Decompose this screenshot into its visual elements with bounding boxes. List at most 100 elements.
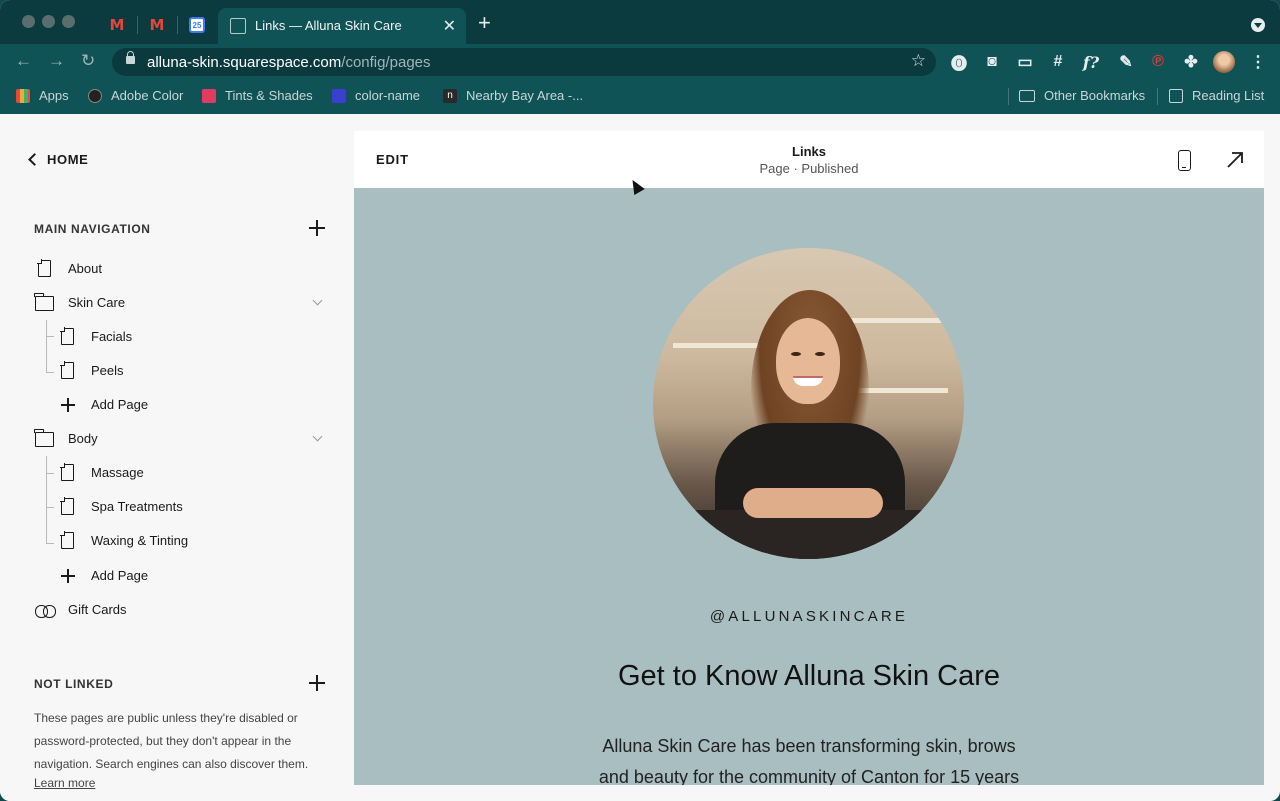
nav-item-waxing-tinting[interactable] [60,531,74,549]
nav-item-label[interactable]: About [68,261,102,276]
nav-folder-body[interactable] [34,429,54,447]
page-icon [60,327,74,345]
preview-header: EDIT Links Page · Published [354,131,1264,188]
mobile-preview-icon[interactable] [1178,150,1191,171]
eye [791,352,801,356]
plus-icon [61,569,75,583]
page-icon [60,531,74,549]
home-back-button[interactable]: HOME [28,152,89,167]
color-picker-icon[interactable]: ✎ [1116,52,1136,72]
address-bar[interactable]: alluna-skin.squarespace.com/config/pages… [112,48,936,76]
add-page-label[interactable]: Add Page [91,568,148,583]
folder-icon [34,293,54,311]
tree-branch [46,336,54,337]
folder-icon [34,429,54,447]
browser-window: M M 25 Links — Alluna Skin Care ✕ + ← → … [0,0,1280,801]
nav-item-about[interactable] [37,259,51,277]
eye [815,352,825,356]
page-icon [60,497,74,515]
tab-strip: M M 25 Links — Alluna Skin Care ✕ + [0,0,1280,44]
page-headline: Get to Know Alluna Skin Care [617,660,1001,692]
nav-item-label[interactable]: Spa Treatments [91,499,183,514]
chevron-down-icon[interactable] [312,431,323,442]
new-tab-button[interactable]: + [478,12,491,34]
nav-item-label[interactable]: Gift Cards [68,602,127,617]
add-page-body[interactable] [61,569,75,583]
nav-item-label[interactable]: Massage [91,465,144,480]
home-label: HOME [47,152,89,167]
extensions-icon[interactable]: ✤ [1181,52,1201,72]
close-window-button[interactable] [22,15,35,28]
tree-branch [46,473,54,474]
page-icon [60,361,74,379]
add-page-skin-care[interactable] [61,398,75,412]
squarespace-favicon-icon [230,18,246,34]
profile-photo [653,248,964,559]
chevron-down-icon[interactable] [312,295,323,306]
tab-search-icon[interactable] [1251,18,1265,32]
tab-gmail-1[interactable]: M [97,10,137,40]
nav-item-facials[interactable] [60,327,74,345]
screenshot-icon[interactable]: ▭ [1015,52,1035,72]
profile-avatar[interactable] [1213,51,1235,73]
bookmark-apps[interactable]: Apps [16,88,69,103]
password-manager-icon[interactable]: ⓿ [949,52,969,73]
bookmark-other[interactable]: Other Bookmarks [1019,88,1145,103]
nav-item-label[interactable]: Skin Care [68,295,125,310]
nav-item-spa-treatments[interactable] [60,497,74,515]
chevron-left-icon [28,153,41,166]
close-tab-icon[interactable]: ✕ [443,16,456,36]
lock-icon [126,51,135,64]
gmail-icon: M [109,16,125,34]
tab-gmail-2[interactable]: M [137,10,177,40]
open-external-icon[interactable] [1226,151,1244,169]
tab-active[interactable]: Links — Alluna Skin Care ✕ [218,8,466,44]
bookmark-star-icon[interactable]: ☆ [911,51,926,71]
plus-icon [61,398,75,412]
tree-branch [46,372,54,373]
back-icon[interactable]: ← [15,51,32,71]
bookmark-adobe-color[interactable]: Adobe Color [88,88,183,103]
shelf [843,318,943,323]
minimize-window-button[interactable] [42,15,55,28]
tree-branch [46,507,54,508]
gmail-icon: M [149,16,165,34]
nav-folder-skin-care[interactable] [34,293,54,311]
nav-item-label[interactable]: Body [68,431,98,446]
camera-icon[interactable]: ◙ [982,52,1002,72]
calendar-icon: 25 [189,17,205,33]
tab-calendar[interactable]: 25 [177,10,217,40]
add-page-label[interactable]: Add Page [91,397,148,412]
nav-link-gift-cards[interactable] [35,605,56,618]
add-not-linked-page-icon[interactable] [309,675,325,691]
nav-item-label[interactable]: Waxing & Tinting [91,533,188,548]
forward-icon[interactable]: → [48,51,65,71]
nav-item-label[interactable]: Facials [91,329,132,344]
hashtag-icon[interactable]: # [1048,52,1068,72]
not-linked-heading: NOT LINKED [34,677,114,691]
tree-branch [46,543,54,544]
reload-icon[interactable]: ↻ [81,51,95,71]
bookmark-nearby-bay-area[interactable]: n Nearby Bay Area -... [443,88,583,103]
nav-item-label[interactable]: Peels [91,363,124,378]
apps-grid-icon [16,88,30,103]
nav-item-peels[interactable] [60,361,74,379]
add-main-nav-page-icon[interactable] [309,220,325,236]
social-handle[interactable]: @ALLUNASKINCARE [354,608,1264,625]
bookmark-separator [1157,88,1158,105]
reading-list-icon [1169,88,1183,103]
adobe-color-icon [88,88,102,103]
bookmarks-bar: Apps Adobe Color Tints & Shades color-na… [0,80,1280,114]
reading-list-button[interactable]: Reading List [1169,88,1264,103]
menu-kebab-icon[interactable]: ⋮ [1248,52,1268,72]
bookmark-color-name[interactable]: color-name [332,88,420,103]
nextdoor-icon: n [443,88,457,103]
folder-icon [1019,89,1035,102]
pinterest-icon[interactable]: ℗ [1148,52,1168,72]
zoom-window-button[interactable] [62,15,75,28]
page-title: Links [792,144,826,159]
font-finder-icon[interactable]: f? [1081,52,1101,72]
learn-more-link[interactable]: Learn more [34,776,95,790]
nav-item-massage[interactable] [60,463,74,481]
bookmark-tints-shades[interactable]: Tints & Shades [202,88,313,103]
